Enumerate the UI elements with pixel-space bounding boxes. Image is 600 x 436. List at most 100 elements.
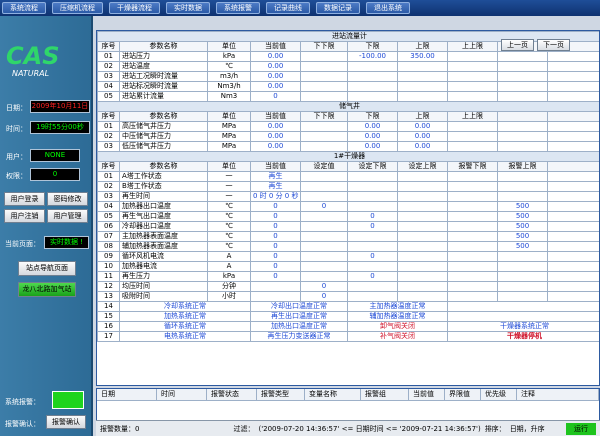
table-cell xyxy=(347,181,398,192)
table-row: 02 中压储气井压力 MPa 0.00 0.00 0.00 xyxy=(97,131,599,142)
table-cell xyxy=(347,291,398,302)
table-cell xyxy=(397,171,448,182)
header-cell: 设定上限 xyxy=(397,161,448,172)
header-cell: 当前值 xyxy=(250,41,301,52)
alarm-col-5: 报警组 xyxy=(361,389,409,400)
filter-text: ('2009-07-20 14:36:57' <= 日期时间 <= '2009-… xyxy=(258,424,481,433)
table-row: 05 再生气出口温度 ℃ 0 0 500 xyxy=(97,211,599,222)
header-cell xyxy=(547,161,599,172)
left-panel: CAS NATURAL 日期： 2009年10月11日 时间： 19时55分00… xyxy=(0,16,93,436)
table-cell: 0 xyxy=(250,231,301,242)
next-page-button[interactable]: 下一页 xyxy=(537,39,570,51)
table-cell: 再生压力 xyxy=(119,271,208,282)
menu-item-4[interactable]: 系统报警 xyxy=(216,2,260,14)
table-cell xyxy=(447,211,498,222)
table-cell: 01 xyxy=(97,171,120,182)
table-cell xyxy=(497,251,548,262)
table-row: 03 再生时间一 0 时 0 分 0 秒 xyxy=(97,191,599,202)
status-cell: 卸气阀关闭 xyxy=(347,321,448,332)
table-cell xyxy=(347,81,398,92)
menu-item-7[interactable]: 退出系统 xyxy=(366,2,410,14)
table-cell: MPa xyxy=(207,141,251,152)
table-cell: 加热器电流 xyxy=(119,261,208,272)
table-cell: m3/h xyxy=(207,71,251,82)
table-cell: A xyxy=(207,251,251,262)
table-cell: 小时 xyxy=(207,291,251,302)
table-row: 08 辅加热器表面温度 ℃ 0 500 xyxy=(97,241,599,252)
header-cell: 下限 xyxy=(347,111,398,122)
status-cell: 14 xyxy=(97,301,120,312)
table-cell: 350.00 xyxy=(397,51,448,62)
status-cell: 补气阀关闭 xyxy=(347,331,448,342)
table-cell: 高压储气井压力 xyxy=(119,121,208,132)
table-cell xyxy=(397,291,448,302)
table-cell: 低压储气井压力 xyxy=(119,141,208,152)
menu-item-1[interactable]: 压缩机流程 xyxy=(52,2,103,14)
table-row: 13 吸附时间 小时 0 xyxy=(97,291,599,302)
table-cell xyxy=(300,131,348,142)
table-row: 04 加热器出口温度 ℃ 0 0 500 xyxy=(97,201,599,212)
alarm-col-7: 界限值 xyxy=(445,389,481,400)
table-cell xyxy=(547,181,599,192)
menu-item-0[interactable]: 系统流程 xyxy=(2,2,46,14)
table-cell xyxy=(447,181,498,192)
login-button[interactable]: 用户登录 xyxy=(4,192,45,206)
table-cell xyxy=(497,171,548,182)
table-cell: 0.00 xyxy=(397,121,448,132)
table-cell: 0 xyxy=(300,201,348,212)
table-cell: kPa xyxy=(207,271,251,282)
table-cell xyxy=(300,91,348,102)
table-cell: 0.00 xyxy=(250,81,301,92)
table-cell: 一 xyxy=(207,171,251,182)
table-cell xyxy=(447,51,498,62)
alarm-confirm-button[interactable]: 报警确认 xyxy=(46,415,86,429)
header-cell: 序号 xyxy=(97,111,120,122)
table-cell: 再生时间 xyxy=(119,191,208,202)
table-cell xyxy=(547,91,599,102)
table-cell: 进站压力 xyxy=(119,51,208,62)
table-cell: 0 xyxy=(250,211,301,222)
menu-item-2[interactable]: 干燥器流程 xyxy=(109,2,160,14)
table-cell xyxy=(497,271,548,282)
table-cell xyxy=(447,141,498,152)
table-row: 03 进站工况瞬时流量 m3/h 0.00 xyxy=(97,71,599,82)
table-cell: 进站标况瞬时流量 xyxy=(119,81,208,92)
table-cell xyxy=(447,221,498,232)
table-cell: MPa xyxy=(207,131,251,142)
system-alarm-indicator xyxy=(52,391,84,409)
table-cell: kPa xyxy=(207,51,251,62)
table-cell xyxy=(347,71,398,82)
table-cell xyxy=(547,201,599,212)
table-cell: 冷却器出口温度 xyxy=(119,221,208,232)
change-password-button[interactable]: 密码修改 xyxy=(47,192,88,206)
station-button[interactable]: 龙八北路加气站 xyxy=(18,282,76,297)
menu-item-6[interactable]: 数据记录 xyxy=(316,2,360,14)
menu-item-3[interactable]: 实时数据 xyxy=(166,2,210,14)
table-cell xyxy=(397,241,448,252)
table-cell: 主加热器表面温度 xyxy=(119,231,208,242)
table-cell xyxy=(397,261,448,272)
status-cell xyxy=(447,311,599,322)
table-row: 10 加热器电流 A 0 xyxy=(97,261,599,272)
table-cell xyxy=(447,71,498,82)
logout-button[interactable]: 用户注销 xyxy=(4,209,45,223)
table-cell xyxy=(447,81,498,92)
alarm-col-8: 优先级 xyxy=(481,389,517,400)
status-cell: 循环系统正常 xyxy=(119,321,251,332)
station-nav-button[interactable]: 站点导航页面 xyxy=(18,261,76,276)
table-cell: 加热器出口温度 xyxy=(119,201,208,212)
table-cell: 均压时间 xyxy=(119,281,208,292)
table-cell: A xyxy=(207,261,251,272)
prev-page-button[interactable]: 上一页 xyxy=(501,39,534,51)
table-cell: 06 xyxy=(97,221,120,232)
header-cell: 序号 xyxy=(97,41,120,52)
table-row: 02 进站温度 ℃ 0.00 xyxy=(97,61,599,72)
table-cell: MPa xyxy=(207,121,251,132)
header-cell xyxy=(497,111,548,122)
menu-item-5[interactable]: 记录曲线 xyxy=(266,2,310,14)
header-cell: 设定下限 xyxy=(347,161,398,172)
user-manage-button[interactable]: 用户管理 xyxy=(47,209,88,223)
table-cell xyxy=(497,191,548,202)
header-cell: 单位 xyxy=(207,161,251,172)
table-cell xyxy=(300,241,348,252)
